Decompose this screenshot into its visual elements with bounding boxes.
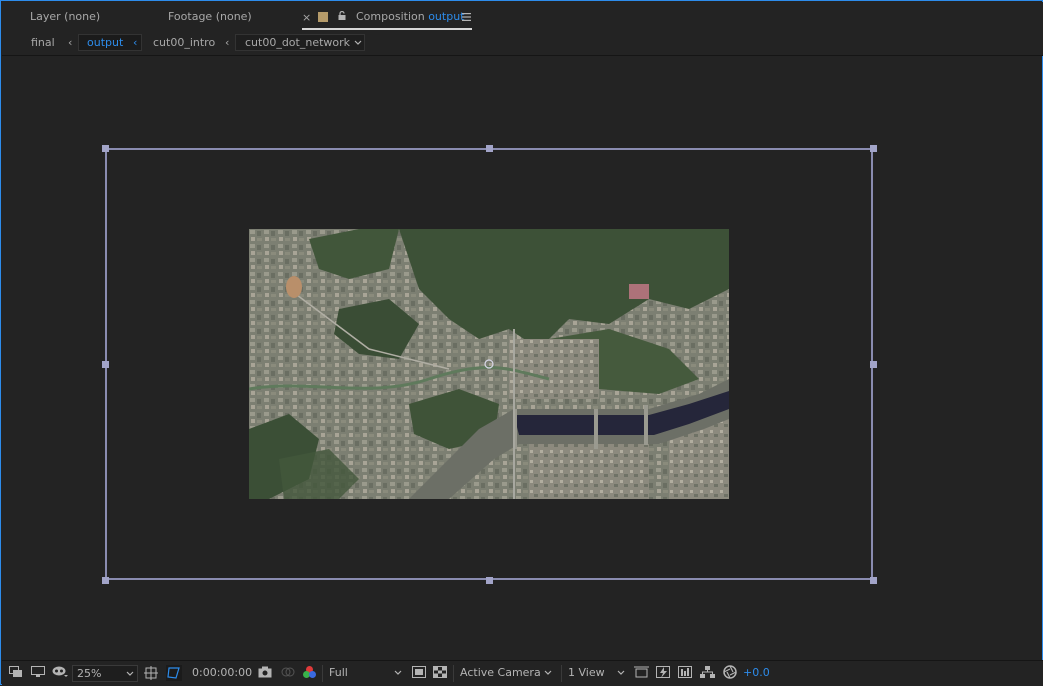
- chevron-down-icon: [126, 671, 134, 676]
- chevron-down-icon: [617, 670, 625, 675]
- chevron-left-icon: ‹: [68, 36, 73, 49]
- crumb-output[interactable]: output ‹: [78, 34, 142, 51]
- aerial-city-image: [249, 229, 729, 499]
- monitor-icon[interactable]: [31, 666, 45, 678]
- viewer-toolbar: 25% 0:00:00:00 Full Active Camera 1 View…: [2, 660, 1043, 686]
- transform-handle-top-right[interactable]: [870, 145, 877, 152]
- resolution-dropdown[interactable]: Full: [322, 665, 406, 682]
- lock-icon[interactable]: [338, 11, 346, 20]
- tab-composition[interactable]: Composition output: [356, 10, 465, 23]
- fast-preview-icon[interactable]: [656, 666, 671, 679]
- tab-composition-value: output: [428, 10, 465, 23]
- tab-layer-label: Layer: [30, 10, 61, 23]
- crumb-final[interactable]: final: [31, 36, 55, 49]
- composition-panel: Layer (none) Footage (none) × Compositio…: [0, 0, 1043, 686]
- panel-tab-bar: Layer (none) Footage (none) × Compositio…: [2, 2, 1043, 31]
- transform-handle-bottom-center[interactable]: [486, 577, 493, 584]
- transform-handle-top-center[interactable]: [486, 145, 493, 152]
- magnification-value: 25%: [77, 667, 102, 680]
- mask-path-icon[interactable]: [166, 665, 182, 681]
- tab-footage-label: Footage: [168, 10, 213, 23]
- crumb-cut00-dot-network-label: cut00_dot_network: [245, 36, 351, 49]
- always-preview-icon[interactable]: [9, 666, 23, 678]
- pixel-aspect-icon[interactable]: [634, 666, 649, 679]
- timeline-icon[interactable]: [678, 666, 693, 679]
- view-layout-dropdown[interactable]: 1 View: [561, 665, 629, 682]
- composition-frame: [249, 229, 729, 499]
- exposure-value[interactable]: +0.0: [743, 666, 770, 679]
- region-of-interest-icon[interactable]: [412, 666, 426, 678]
- tab-layer-value: (none): [64, 10, 101, 23]
- label-color-swatch[interactable]: [318, 12, 328, 22]
- grid-icon[interactable]: [144, 666, 158, 680]
- chevron-left-icon: ‹: [133, 36, 138, 49]
- camera-view-dropdown[interactable]: Active Camera: [453, 665, 557, 682]
- transform-handle-middle-left[interactable]: [102, 361, 109, 368]
- mask-visibility-icon[interactable]: [52, 666, 68, 678]
- show-snapshot-icon[interactable]: [281, 666, 295, 678]
- transform-handle-bottom-left[interactable]: [102, 577, 109, 584]
- chevron-left-icon: ‹: [225, 36, 230, 49]
- composition-navigator: final ‹ output ‹ cut00_intro ‹ cut00_dot…: [2, 31, 1043, 56]
- color-channels-icon[interactable]: [302, 665, 317, 680]
- tab-layer[interactable]: Layer (none): [30, 10, 100, 23]
- crumb-cut00-intro[interactable]: cut00_intro: [153, 36, 215, 49]
- chevron-down-icon: [394, 670, 402, 675]
- exposure-reset-icon[interactable]: [723, 665, 737, 679]
- transform-handle-middle-right[interactable]: [870, 361, 877, 368]
- current-time-display[interactable]: 0:00:00:00: [192, 666, 252, 679]
- active-tab-underline: [302, 28, 472, 30]
- camera-view-value: Active Camera: [460, 666, 541, 679]
- crumb-cut00-dot-network[interactable]: cut00_dot_network: [235, 34, 365, 51]
- chevron-down-icon: [544, 670, 552, 675]
- flowchart-icon[interactable]: [700, 666, 715, 679]
- tab-footage[interactable]: Footage (none): [168, 10, 252, 23]
- transform-handle-bottom-right[interactable]: [870, 577, 877, 584]
- view-layout-value: 1 View: [568, 666, 605, 679]
- panel-menu-icon[interactable]: [462, 13, 471, 21]
- transform-handle-top-left[interactable]: [102, 145, 109, 152]
- tab-composition-label: Composition: [356, 10, 425, 23]
- tab-footage-value: (none): [215, 10, 252, 23]
- resolution-value: Full: [329, 666, 348, 679]
- magnification-dropdown[interactable]: 25%: [72, 665, 138, 682]
- chevron-down-icon: [354, 40, 362, 45]
- transparency-grid-icon[interactable]: [433, 666, 447, 678]
- snapshot-icon[interactable]: [258, 666, 272, 678]
- crumb-output-label: output: [87, 36, 124, 49]
- tab-close-button[interactable]: ×: [302, 11, 311, 24]
